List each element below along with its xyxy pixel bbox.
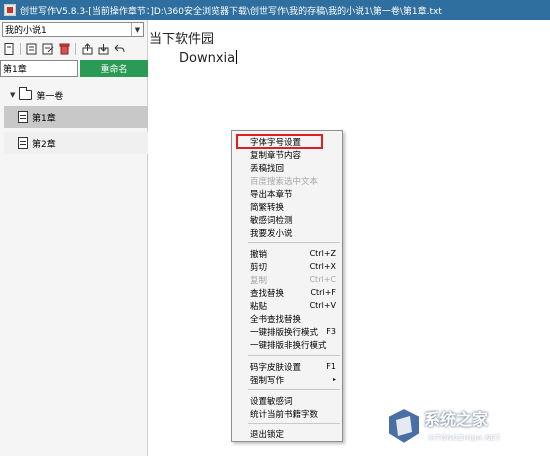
editor-line-text: Downxia <box>179 51 236 66</box>
menu-item-shortcut: Ctrl+V <box>309 301 336 310</box>
menu-item-label: 敏感词检测 <box>250 215 293 226</box>
menu-item-label: 导出本章节 <box>250 189 293 200</box>
context-menu: 字体字号设置 复制章节内容 丢稿找回 百度搜索选中文本 导出本章节 简繁转换 敏… <box>231 130 343 442</box>
menu-item-label: 百度搜索选中文本 <box>250 176 319 187</box>
menu-item-label: 退出锁定 <box>250 429 285 440</box>
title-bar: 创世写作V5.8.3-[当前操作章节：]D:\360安全浏览器下载\创世写作\我… <box>0 0 550 20</box>
menu-item-publish-novel[interactable]: 我要发小说 <box>234 226 342 239</box>
menu-separator <box>248 423 340 424</box>
menu-item-shortcut: F3 <box>326 327 336 336</box>
folder-icon <box>19 87 33 100</box>
delete-icon[interactable] <box>57 42 71 56</box>
editor-line: Downxia <box>179 50 238 66</box>
text-caret <box>236 50 238 64</box>
menu-separator <box>248 242 340 243</box>
app-logo-icon <box>4 4 16 16</box>
menu-item-recover-draft[interactable]: 丢稿找回 <box>234 161 342 174</box>
menu-item-copy: 复制 Ctrl+C <box>234 273 342 286</box>
menu-item-label: 复制 <box>250 275 268 286</box>
menu-item-sensitive-check[interactable]: 敏感词检测 <box>234 213 342 226</box>
menu-item-shortcut: Ctrl+C <box>309 275 336 284</box>
menu-item-shortcut: Ctrl+X <box>309 262 336 271</box>
tree-chapter-label: 第1章 <box>32 113 56 124</box>
document-icon <box>18 111 28 123</box>
menu-item-label: 统计当前书籍字数 <box>250 409 319 420</box>
watermark-url: XITONGZHIJIA.NET <box>428 434 501 442</box>
menu-item-baidu-search: 百度搜索选中文本 <box>234 174 342 187</box>
menu-item-simplified-traditional[interactable]: 简繁转换 <box>234 200 342 213</box>
chapter-tree: ▼ 第一卷 第1章 第2章 <box>0 84 148 154</box>
rename-button[interactable]: 重命名 <box>80 60 148 77</box>
document-icon <box>18 137 28 149</box>
menu-item-label: 一键排版非换行模式 <box>250 340 327 351</box>
menu-item-set-sensitive[interactable]: 设置敏感词 <box>234 394 342 407</box>
menu-item-label: 撤销 <box>250 249 268 260</box>
menu-item-label: 一键排版换行模式 <box>250 327 319 338</box>
menu-item-label: 剪切 <box>250 262 268 273</box>
watermark-text: 系统之家 <box>424 410 489 429</box>
menu-item-label: 码字皮肤设置 <box>250 362 302 373</box>
menu-item-label: 复制章节内容 <box>250 150 302 161</box>
menu-item-exit-lock[interactable]: 退出锁定 <box>234 427 342 440</box>
menu-item-shortcut: Ctrl+Z <box>309 249 336 258</box>
chapter-name-input[interactable]: 第1章 <box>0 60 78 77</box>
menu-item-shortcut: F1 <box>326 362 336 371</box>
highlight-box <box>236 134 323 149</box>
new-document-icon[interactable] <box>2 42 16 56</box>
watermark: 系统之家 XITONGZHIJIA.NET <box>384 404 550 456</box>
menu-item-label: 我要发小说 <box>250 228 293 239</box>
menu-item-cut[interactable]: 剪切 Ctrl+X <box>234 260 342 273</box>
toolbar-separator <box>75 43 76 55</box>
menu-item-label: 设置敏感词 <box>250 396 293 407</box>
tree-volume[interactable]: ▼ 第一卷 <box>0 84 148 106</box>
chapter-toolbar <box>2 41 146 57</box>
menu-separator <box>248 389 340 390</box>
watermark-logo-icon <box>387 406 421 446</box>
menu-item-format-nowrap[interactable]: 一键排版非换行模式 <box>234 338 342 351</box>
menu-item-label: 粘贴 <box>250 301 268 312</box>
chapter-name-row: 第1章 重命名 <box>0 60 148 77</box>
book-select-dropdown[interactable]: 我的小说1 ▼ <box>2 22 144 37</box>
upload-icon[interactable] <box>80 42 94 56</box>
menu-item-find-replace[interactable]: 查找替换 Ctrl+F <box>234 286 342 299</box>
menu-item-label: 强制写作 <box>250 375 285 386</box>
submenu-arrow-icon: ▸ <box>332 376 336 383</box>
menu-item-copy-chapter[interactable]: 复制章节内容 <box>234 148 342 161</box>
menu-item-format-wrap[interactable]: 一键排版换行模式 F3 <box>234 325 342 338</box>
window-title: 创世写作V5.8.3-[当前操作章节：]D:\360安全浏览器下载\创世写作\我… <box>20 6 442 17</box>
tree-chapter-item[interactable]: 第1章 <box>4 106 148 128</box>
chapter-icon[interactable] <box>25 42 39 56</box>
chevron-down-icon[interactable]: ▼ <box>131 23 143 36</box>
tree-volume-label: 第一卷 <box>36 91 64 102</box>
book-select-value: 我的小说1 <box>5 26 47 36</box>
download-icon[interactable] <box>96 42 110 56</box>
menu-item-paste[interactable]: 粘贴 Ctrl+V <box>234 299 342 312</box>
menu-item-forced-writing[interactable]: 强制写作 ▸ <box>234 373 342 386</box>
menu-separator <box>248 355 340 356</box>
text-editor[interactable]: 当下软件园 Downxia <box>149 20 550 456</box>
menu-item-undo[interactable]: 撤销 Ctrl+Z <box>234 247 342 260</box>
left-panel: 我的小说1 ▼ 第1章 重命名 ▼ 第一卷 第1章 第2章 <box>0 20 148 456</box>
toolbar-separator <box>20 43 21 55</box>
menu-item-label: 查找替换 <box>250 288 285 299</box>
menu-item-export-chapter[interactable]: 导出本章节 <box>234 187 342 200</box>
tree-chapter-item[interactable]: 第2章 <box>4 132 148 154</box>
menu-item-label: 丢稿找回 <box>250 163 285 174</box>
edit-chapter-icon[interactable] <box>41 42 55 56</box>
menu-item-label: 简繁转换 <box>250 202 285 213</box>
tree-chapter-label: 第2章 <box>32 139 56 150</box>
menu-item-label: 全书查找替换 <box>250 314 302 325</box>
menu-item-skin-settings[interactable]: 码字皮肤设置 F1 <box>234 360 342 373</box>
undo-arrow-icon[interactable] <box>112 42 126 56</box>
expand-arrow-icon[interactable]: ▼ <box>10 91 15 99</box>
editor-line: 当下软件园 <box>149 32 215 47</box>
menu-item-book-find-replace[interactable]: 全书查找替换 <box>234 312 342 325</box>
menu-item-word-count[interactable]: 统计当前书籍字数 <box>234 407 342 420</box>
menu-item-shortcut: Ctrl+F <box>310 288 336 297</box>
